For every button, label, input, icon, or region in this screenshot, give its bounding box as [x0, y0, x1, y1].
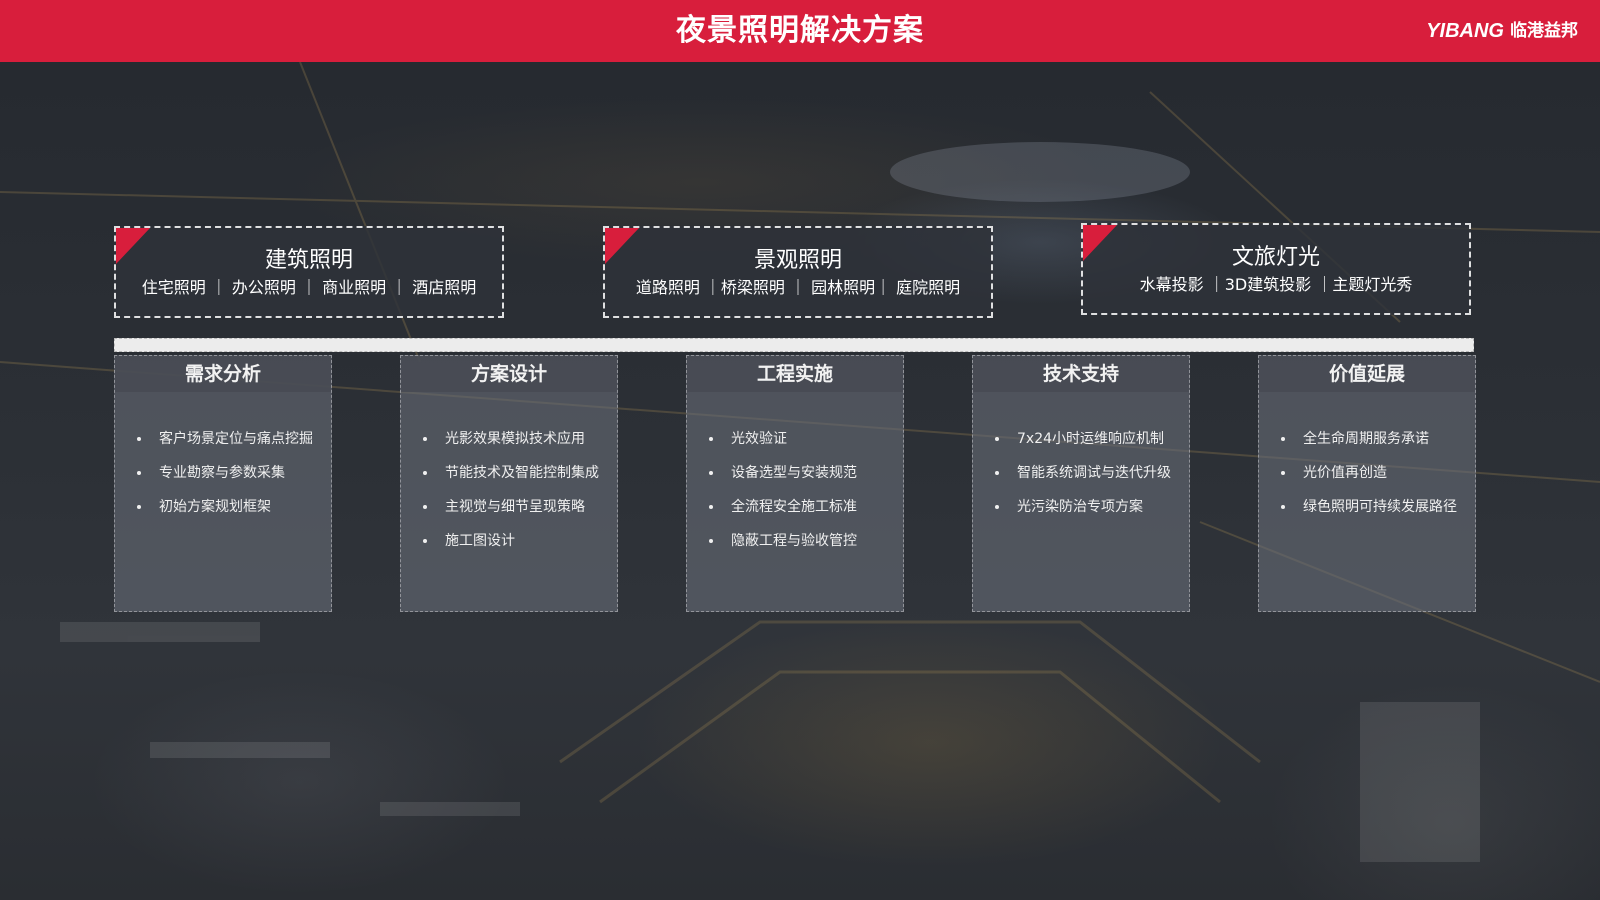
list-item: 全生命周期服务承诺: [1259, 422, 1475, 456]
bullet-icon: [709, 505, 713, 509]
stage-column-support: 技术支持 7x24小时运维响应机制 智能系统调试与迭代升级 光污染防治专项方案: [972, 355, 1190, 612]
list-item: 光影效果模拟技术应用: [401, 422, 617, 456]
separator-bar: [114, 338, 1474, 352]
stage-list: 7x24小时运维响应机制 智能系统调试与迭代升级 光污染防治专项方案: [973, 392, 1189, 524]
logo-mark: YIBANG: [1426, 20, 1504, 42]
category-title: 文旅灯光: [1231, 245, 1320, 270]
list-item: 7x24小时运维响应机制: [973, 422, 1189, 456]
category-subtitle: 道路照明 ｜桥梁照明 ｜ 园林照明｜ 庭院照明: [635, 278, 961, 297]
category-card-landscape: 景观照明 道路照明 ｜桥梁照明 ｜ 园林照明｜ 庭院照明: [603, 226, 993, 318]
list-item: 初始方案规划框架: [115, 490, 331, 524]
list-item: 设备选型与安装规范: [687, 456, 903, 490]
stage-title: 方案设计: [401, 356, 617, 392]
bullet-icon: [709, 471, 713, 475]
stage-list: 光影效果模拟技术应用 节能技术及智能控制集成 主视觉与细节呈现策略 施工图设计: [401, 392, 617, 558]
bullet-icon: [423, 505, 427, 509]
list-item: 全流程安全施工标准: [687, 490, 903, 524]
bullet-icon: [423, 539, 427, 543]
bullet-icon: [995, 505, 999, 509]
bullet-icon: [1281, 505, 1285, 509]
corner-accent-icon: [116, 228, 150, 264]
list-item: 智能系统调试与迭代升级: [973, 456, 1189, 490]
stage-title: 工程实施: [687, 356, 903, 392]
category-card-cultural-tourism: 文旅灯光 水幕投影 ｜3D建筑投影 ｜主题灯光秀: [1081, 223, 1471, 315]
bullet-icon: [995, 471, 999, 475]
stage-list: 光效验证 设备选型与安装规范 全流程安全施工标准 隐蔽工程与验收管控: [687, 392, 903, 558]
bullet-icon: [137, 437, 141, 441]
logo-text: 临港益邦: [1510, 21, 1578, 41]
bullet-icon: [1281, 437, 1285, 441]
list-item: 光污染防治专项方案: [973, 490, 1189, 524]
bullet-icon: [709, 539, 713, 543]
category-title: 建筑照明: [264, 248, 353, 273]
stage-column-requirements: 需求分析 客户场景定位与痛点挖掘 专业勘察与参数采集 初始方案规划框架: [114, 355, 332, 612]
corner-accent-icon: [1083, 225, 1117, 261]
list-item: 绿色照明可持续发展路径: [1259, 490, 1475, 524]
header-bar: 夜景照明解决方案 YIBANG 临港益邦: [0, 0, 1600, 62]
bullet-icon: [1281, 471, 1285, 475]
category-subtitle: 水幕投影 ｜3D建筑投影 ｜主题灯光秀: [1139, 275, 1413, 294]
list-item: 施工图设计: [401, 524, 617, 558]
category-title: 景观照明: [753, 248, 842, 273]
stage-list: 客户场景定位与痛点挖掘 专业勘察与参数采集 初始方案规划框架: [115, 392, 331, 524]
stage-title: 技术支持: [973, 356, 1189, 392]
category-card-architecture: 建筑照明 住宅照明 ｜ 办公照明 ｜ 商业照明 ｜ 酒店照明: [114, 226, 504, 318]
list-item: 专业勘察与参数采集: [115, 456, 331, 490]
list-item: 主视觉与细节呈现策略: [401, 490, 617, 524]
bullet-icon: [423, 437, 427, 441]
stage-list: 全生命周期服务承诺 光价值再创造 绿色照明可持续发展路径: [1259, 392, 1475, 524]
stage-column-design: 方案设计 光影效果模拟技术应用 节能技术及智能控制集成 主视觉与细节呈现策略 施…: [400, 355, 618, 612]
bullet-icon: [423, 471, 427, 475]
bullet-icon: [137, 505, 141, 509]
brand-logo: YIBANG 临港益邦: [1426, 18, 1578, 44]
list-item: 节能技术及智能控制集成: [401, 456, 617, 490]
bullet-icon: [709, 437, 713, 441]
bullet-icon: [995, 437, 999, 441]
stage-title: 需求分析: [115, 356, 331, 392]
stage-column-value-extension: 价值延展 全生命周期服务承诺 光价值再创造 绿色照明可持续发展路径: [1258, 355, 1476, 612]
bullet-icon: [137, 471, 141, 475]
corner-accent-icon: [605, 228, 639, 264]
list-item: 隐蔽工程与验收管控: [687, 524, 903, 558]
stage-column-implementation: 工程实施 光效验证 设备选型与安装规范 全流程安全施工标准 隐蔽工程与验收管控: [686, 355, 904, 612]
category-subtitle: 住宅照明 ｜ 办公照明 ｜ 商业照明 ｜ 酒店照明: [141, 278, 477, 297]
stage-title: 价值延展: [1259, 356, 1475, 392]
list-item: 光价值再创造: [1259, 456, 1475, 490]
list-item: 光效验证: [687, 422, 903, 456]
list-item: 客户场景定位与痛点挖掘: [115, 422, 331, 456]
page-title: 夜景照明解决方案: [676, 13, 924, 48]
